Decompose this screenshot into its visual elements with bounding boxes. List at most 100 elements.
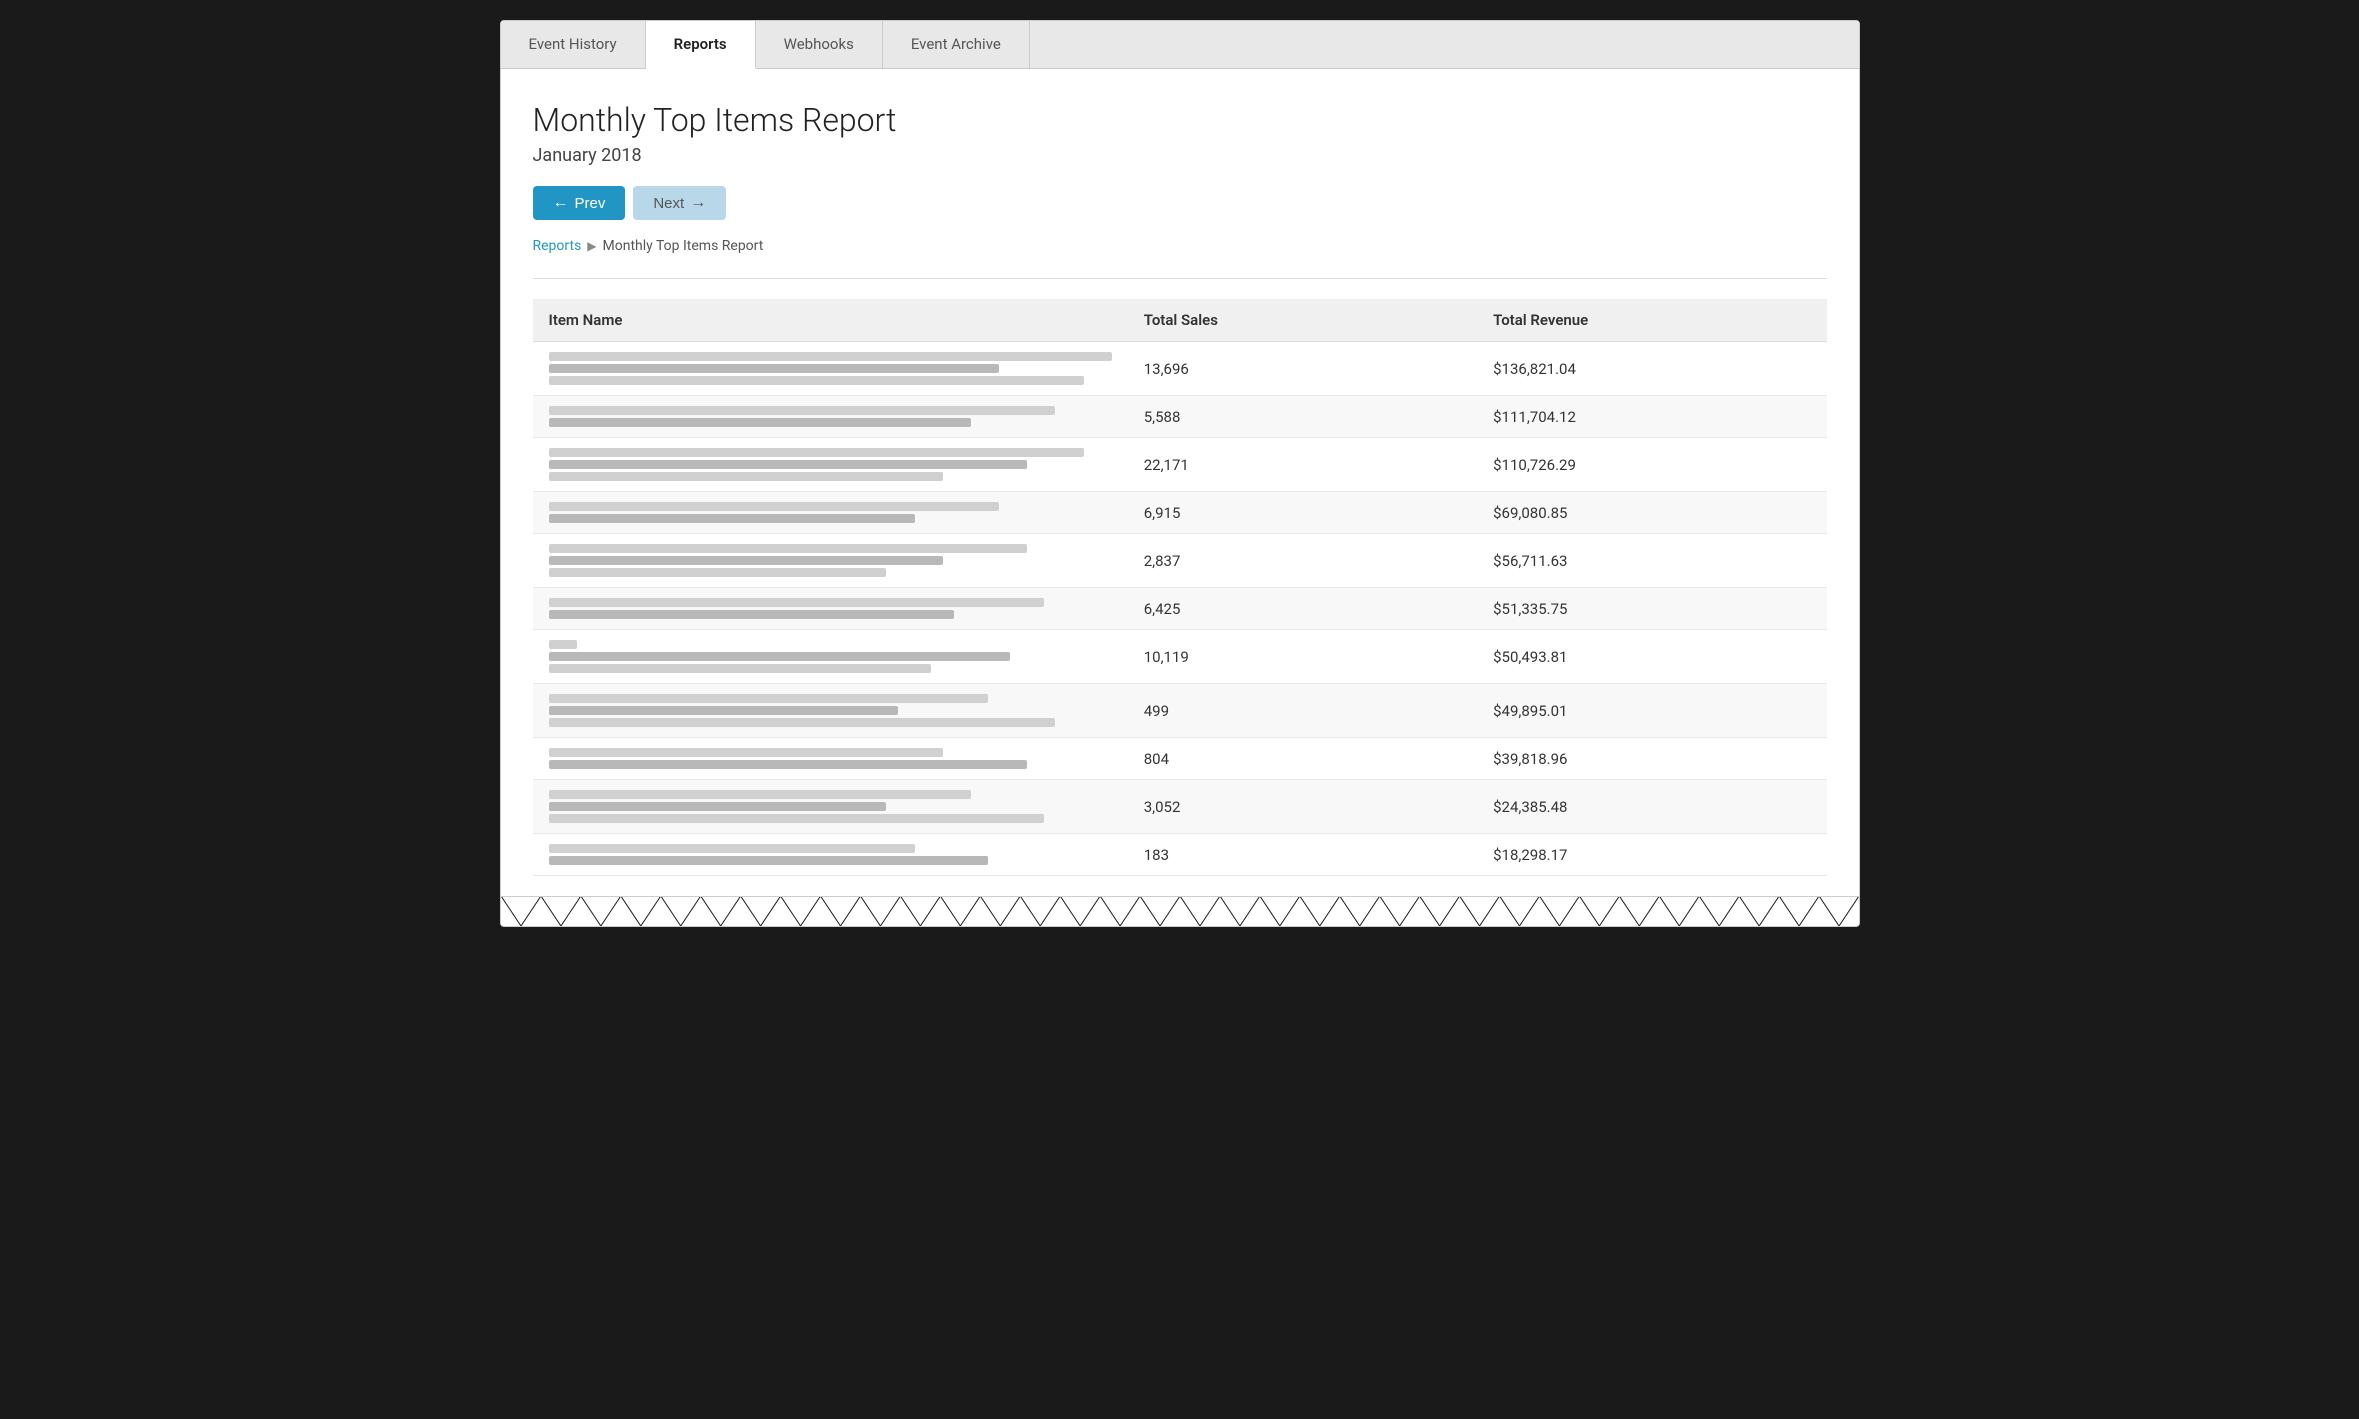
item-bar <box>549 472 943 481</box>
total-revenue-cell: $39,818.96 <box>1477 738 1826 780</box>
page-subtitle: January 2018 <box>533 145 1827 166</box>
total-revenue-cell: $136,821.04 <box>1477 342 1826 396</box>
total-sales-cell: 499 <box>1128 684 1477 738</box>
prev-button[interactable]: ← Prev <box>533 186 626 220</box>
item-name-cell <box>533 780 1128 834</box>
col-header-item-name: Item Name <box>533 299 1128 342</box>
item-bar <box>549 568 887 577</box>
page-title: Monthly Top Items Report <box>533 101 1827 139</box>
item-name-cell <box>533 396 1128 438</box>
item-bar <box>549 352 1112 361</box>
breadcrumb: Reports ▶ Monthly Top Items Report <box>533 238 1827 254</box>
prev-arrow-icon: ← <box>553 194 569 212</box>
item-name-cell <box>533 342 1128 396</box>
item-name-cell <box>533 492 1128 534</box>
table-row: 6,425$51,335.75 <box>533 588 1827 630</box>
table-row: 6,915$69,080.85 <box>533 492 1827 534</box>
item-bar <box>549 802 887 811</box>
total-sales-cell: 6,915 <box>1128 492 1477 534</box>
item-name-bars <box>549 738 1112 779</box>
table-row: 183$18,298.17 <box>533 834 1827 876</box>
total-revenue-cell: $111,704.12 <box>1477 396 1826 438</box>
item-bar <box>549 760 1028 769</box>
tabs-bar: Event History Reports Webhooks Event Arc… <box>501 21 1859 69</box>
table-head: Item Name Total Sales Total Revenue <box>533 299 1827 342</box>
total-sales-cell: 10,119 <box>1128 630 1477 684</box>
item-name-cell <box>533 684 1128 738</box>
item-bar <box>549 856 988 865</box>
table-row: 22,171$110,726.29 <box>533 438 1827 492</box>
nav-buttons: ← Prev Next → <box>533 186 1827 220</box>
total-revenue-cell: $24,385.48 <box>1477 780 1826 834</box>
item-bar <box>549 376 1084 385</box>
item-bar <box>549 406 1056 415</box>
item-bar <box>549 418 971 427</box>
item-name-cell <box>533 738 1128 780</box>
item-bar <box>549 460 1028 469</box>
breadcrumb-separator: ▶ <box>587 239 596 253</box>
table-body: 13,696$136,821.045,588$111,704.1222,171$… <box>533 342 1827 876</box>
tab-event-history[interactable]: Event History <box>501 21 646 68</box>
main-container: Event History Reports Webhooks Event Arc… <box>500 20 1860 927</box>
item-bar <box>549 844 915 853</box>
item-bar <box>549 718 1056 727</box>
item-bar <box>549 814 1045 823</box>
tab-webhooks[interactable]: Webhooks <box>756 21 883 68</box>
item-name-cell <box>533 438 1128 492</box>
item-bar <box>549 598 1045 607</box>
total-sales-cell: 183 <box>1128 834 1477 876</box>
item-bar <box>549 448 1084 457</box>
table-row: 5,588$111,704.12 <box>533 396 1827 438</box>
item-bar <box>549 610 955 619</box>
next-button[interactable]: Next → <box>633 186 726 220</box>
total-revenue-cell: $51,335.75 <box>1477 588 1826 630</box>
total-sales-cell: 2,837 <box>1128 534 1477 588</box>
table-row: 3,052$24,385.48 <box>533 780 1827 834</box>
breadcrumb-parent-link[interactable]: Reports <box>533 238 582 254</box>
item-name-cell <box>533 534 1128 588</box>
item-bar <box>549 544 1028 553</box>
total-revenue-cell: $110,726.29 <box>1477 438 1826 492</box>
total-revenue-cell: $56,711.63 <box>1477 534 1826 588</box>
item-name-bars <box>549 396 1112 437</box>
item-name-bars <box>549 342 1112 395</box>
total-sales-cell: 6,425 <box>1128 588 1477 630</box>
zigzag-svg <box>501 896 1859 926</box>
report-table: Item Name Total Sales Total Revenue 13,6… <box>533 299 1827 876</box>
total-sales-cell: 5,588 <box>1128 396 1477 438</box>
item-name-cell <box>533 630 1128 684</box>
breadcrumb-current: Monthly Top Items Report <box>603 238 764 254</box>
col-header-total-sales: Total Sales <box>1128 299 1477 342</box>
item-bar <box>549 790 971 799</box>
tab-reports[interactable]: Reports <box>646 21 756 69</box>
table-row: 10,119$50,493.81 <box>533 630 1827 684</box>
total-revenue-cell: $50,493.81 <box>1477 630 1826 684</box>
item-name-bars <box>549 834 1112 875</box>
item-name-bars <box>549 588 1112 629</box>
table-row: 499$49,895.01 <box>533 684 1827 738</box>
table-row: 13,696$136,821.04 <box>533 342 1827 396</box>
item-bar <box>549 640 577 649</box>
tab-event-archive[interactable]: Event Archive <box>883 21 1030 68</box>
item-name-bars <box>549 684 1112 737</box>
item-bar <box>549 514 915 523</box>
item-name-bars <box>549 492 1112 533</box>
item-name-bars <box>549 630 1112 683</box>
item-bar <box>549 364 1000 373</box>
total-revenue-cell: $18,298.17 <box>1477 834 1826 876</box>
item-name-cell <box>533 834 1128 876</box>
item-name-bars <box>549 780 1112 833</box>
item-name-cell <box>533 588 1128 630</box>
item-bar <box>549 556 943 565</box>
col-header-total-revenue: Total Revenue <box>1477 299 1826 342</box>
item-bar <box>549 748 943 757</box>
item-name-bars <box>549 534 1112 587</box>
total-sales-cell: 13,696 <box>1128 342 1477 396</box>
table-header-row: Item Name Total Sales Total Revenue <box>533 299 1827 342</box>
total-sales-cell: 3,052 <box>1128 780 1477 834</box>
item-name-bars <box>549 438 1112 491</box>
total-revenue-cell: $49,895.01 <box>1477 684 1826 738</box>
total-sales-cell: 804 <box>1128 738 1477 780</box>
item-bar <box>549 664 932 673</box>
divider <box>533 278 1827 279</box>
